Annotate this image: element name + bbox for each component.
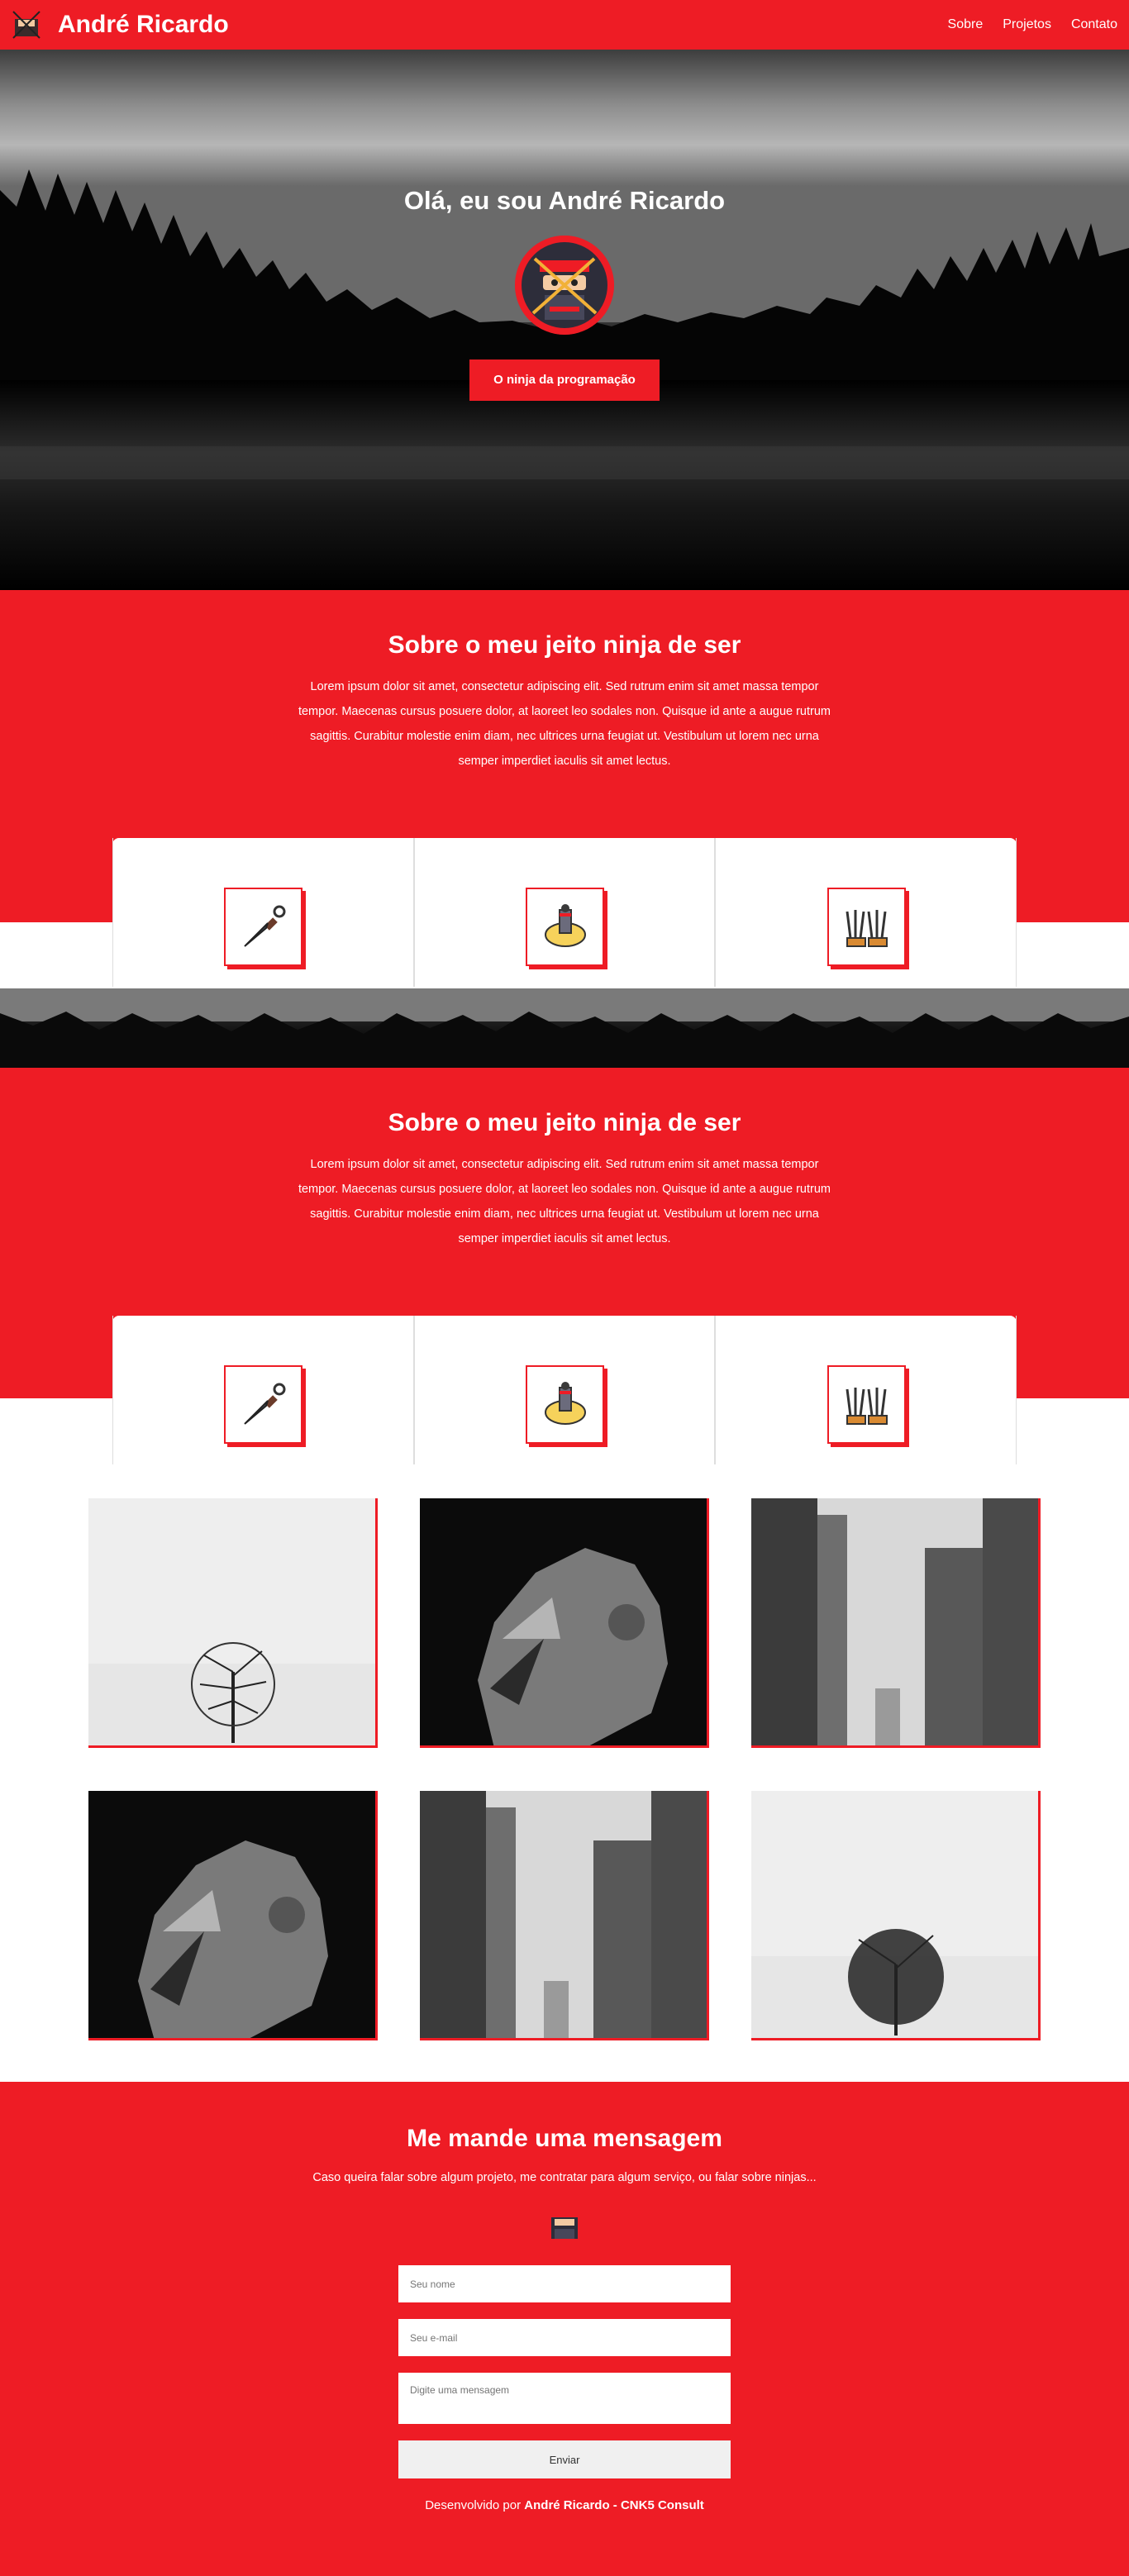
nav-link-contato[interactable]: Contato <box>1071 17 1117 32</box>
claws-icon <box>827 1365 906 1444</box>
name-input[interactable] <box>398 2265 731 2302</box>
skills-cards-2 <box>112 1316 1017 1464</box>
ninja-avatar-icon <box>515 236 614 335</box>
footer-prefix: Desenvolvido por <box>425 2498 525 2512</box>
message-textarea[interactable] <box>398 2373 731 2424</box>
top-navbar: André Ricardo Sobre Projetos Contato <box>0 0 1129 50</box>
send-button[interactable]: Enviar <box>398 2440 731 2478</box>
gallery-photo-tree[interactable] <box>88 1498 378 1748</box>
nav-link-sobre[interactable]: Sobre <box>948 17 984 32</box>
ninja-scroll-icon <box>526 888 604 966</box>
ninja-logo-icon[interactable] <box>12 10 41 40</box>
nav-link-projetos[interactable]: Projetos <box>1003 17 1051 32</box>
gallery-photo-tree[interactable] <box>751 1791 1041 2040</box>
hero-title: Olá, eu sou André Ricardo <box>403 186 726 215</box>
contact-form: Enviar <box>398 2265 731 2478</box>
ninja-scroll-icon <box>526 1365 604 1444</box>
contact-title: Me mande uma mensagem <box>407 2125 722 2152</box>
skill-card-scroll <box>413 838 716 987</box>
kunai-icon <box>224 888 303 966</box>
gallery-photo-lion[interactable] <box>88 1791 378 2040</box>
contact-section: Me mande uma mensagem Caso queira falar … <box>0 2082 1129 2576</box>
hero-content: Olá, eu sou André Ricardo O ninja da pro… <box>0 186 1129 401</box>
hero-cta-button[interactable]: O ninja da programação <box>469 359 660 401</box>
footer-author: André Ricardo - CNK5 Consult <box>524 2498 704 2512</box>
nav-links: Sobre Projetos Contato <box>948 17 1117 32</box>
skill-card-scroll <box>413 1316 716 1464</box>
about-text-1: Lorem ipsum dolor sit amet, consectetur … <box>298 680 831 768</box>
about-title-1: Sobre o meu jeito ninja de ser <box>388 631 741 659</box>
footer-credit: Desenvolvido por André Ricardo - CNK5 Co… <box>0 2498 1129 2512</box>
claws-icon <box>827 888 906 966</box>
about-text-2: Lorem ipsum dolor sit amet, consectetur … <box>298 1158 831 1245</box>
skill-card-kunai <box>112 1316 414 1464</box>
gallery-photo-buildings[interactable] <box>751 1498 1041 1748</box>
email-input[interactable] <box>398 2319 731 2356</box>
gallery-photo-lion[interactable] <box>420 1498 709 1748</box>
hero-section: Olá, eu sou André Ricardo O ninja da pro… <box>0 50 1129 590</box>
skill-card-claws <box>715 1316 1017 1464</box>
about-title-2: Sobre o meu jeito ninja de ser <box>388 1109 741 1136</box>
skill-card-kunai <box>112 838 414 987</box>
kunai-icon <box>224 1365 303 1444</box>
skills-cards-1 <box>112 838 1017 987</box>
forest-reflection-strip <box>0 988 1129 1068</box>
ninja-mini-icon <box>551 2212 578 2239</box>
brand-name[interactable]: André Ricardo <box>58 11 229 39</box>
gallery-photo-buildings[interactable] <box>420 1791 709 2040</box>
contact-lead: Caso queira falar sobre algum projeto, m… <box>312 2171 817 2184</box>
skill-card-claws <box>715 838 1017 987</box>
